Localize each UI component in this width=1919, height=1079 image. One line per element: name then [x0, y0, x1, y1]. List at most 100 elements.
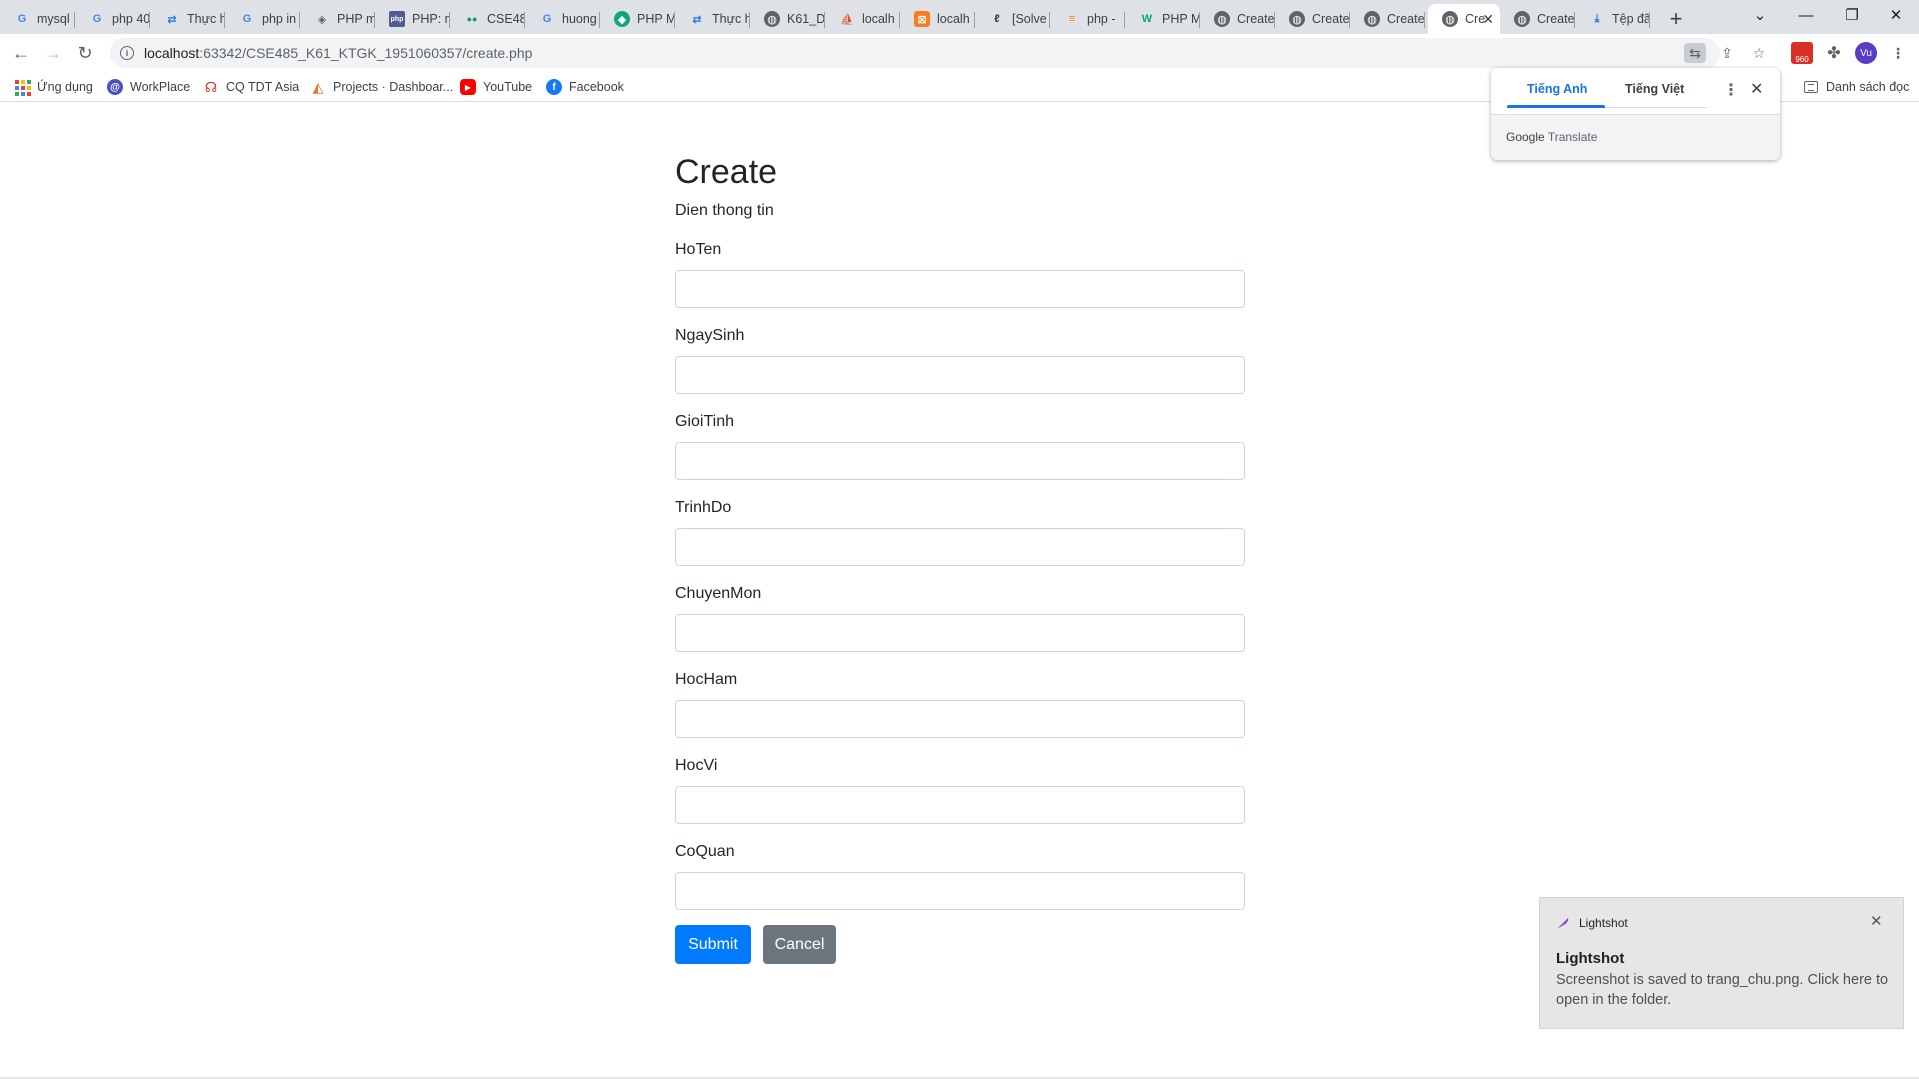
info-icon[interactable]: i [120, 46, 134, 60]
submit-button[interactable]: Submit [675, 925, 751, 964]
bookmark-apps[interactable]: Ứng dụng [14, 78, 93, 96]
bookmark-label: WorkPlace [130, 80, 191, 94]
profile-avatar[interactable]: Vu [1855, 42, 1877, 64]
translate-icon[interactable]: ⇆ [1684, 43, 1706, 63]
reading-list-icon [1804, 81, 1818, 93]
tab-label: PHP M [637, 12, 675, 26]
chevron-down-icon: ⌄ [1753, 7, 1767, 24]
url-text[interactable]: localhost:63342/CSE485_K61_KTGK_19510603… [144, 45, 532, 61]
cq-tdt-icon: ☊ [204, 78, 218, 95]
gitlab-icon: ◭ [312, 78, 324, 95]
solved-icon: ℓ [994, 13, 1000, 25]
close-window-button[interactable]: ✕ [1873, 0, 1919, 30]
browser-tab[interactable]: ◆ PHP M [600, 4, 675, 34]
close-icon[interactable]: ✕ [1750, 79, 1763, 99]
hocvi-input[interactable] [675, 786, 1245, 824]
minimize-button[interactable]: — [1783, 0, 1829, 30]
toast-title: Lightshot [1556, 950, 1625, 967]
browser-tab-active[interactable]: ◍ Cre ✕ [1428, 4, 1500, 34]
reading-list-button[interactable]: Danh sách đọc [1804, 72, 1909, 102]
browser-tab[interactable]: php PHP: m [375, 4, 450, 34]
more-vert-icon[interactable]: ⋮ [1723, 80, 1739, 100]
browser-tab[interactable]: ⊠ localh [900, 4, 975, 34]
xampp-icon: ⊠ [914, 11, 930, 27]
bookmark-cq-tdt-asia[interactable]: ☊ CQ TDT Asia [203, 78, 299, 96]
tab-label: [Solve [1012, 12, 1047, 26]
page-title: Create [675, 153, 778, 191]
tab-label: PHP m [337, 12, 375, 26]
browser-tab[interactable]: ◍ K61_D [750, 4, 825, 34]
field-gioitinh: GioiTinh [675, 412, 1245, 480]
close-tab-icon[interactable]: ✕ [1482, 11, 1494, 28]
tab-label: CSE48 [487, 12, 525, 26]
google-icon: G [542, 13, 552, 25]
browser-tab[interactable]: ◍ Create [1500, 4, 1575, 34]
browser-tab[interactable]: ℓ [Solve [975, 4, 1050, 34]
browser-tab[interactable]: W PHP M [1125, 4, 1200, 34]
browser-tab[interactable]: ◍ Create [1200, 4, 1275, 34]
browser-tab[interactable]: ⤓ Tệp đã [1575, 4, 1650, 34]
cancel-button[interactable]: Cancel [763, 925, 836, 964]
field-label: TrinhDo [675, 499, 732, 516]
bookmark-workplace[interactable]: @ WorkPlace [107, 78, 190, 96]
browser-tab[interactable]: ◈ PHP m [300, 4, 375, 34]
tab-label: K61_D [787, 12, 825, 26]
tab-label: Thực h [187, 12, 225, 26]
url-path: :63342/CSE485_K61_KTGK_1951060357/create… [199, 45, 533, 61]
extensions-puzzle-icon[interactable]: ✤ [1823, 42, 1845, 64]
translate-tab-target[interactable]: Tiếng Việt [1625, 82, 1684, 96]
hocham-input[interactable] [675, 700, 1245, 738]
browser-tab[interactable]: ◍ Create [1350, 4, 1425, 34]
plus-icon: + [1669, 6, 1683, 31]
translate-popup: Tiếng Anh Tiếng Việt ⋮ ✕ Google Translat… [1491, 68, 1780, 160]
browser-tab[interactable]: G huong [525, 4, 600, 34]
bookmark-youtube[interactable]: ▶ YouTube [460, 78, 532, 96]
browser-tab[interactable]: G php 40 [75, 4, 150, 34]
bookmark-label: Facebook [569, 80, 624, 94]
browser-tab[interactable]: G mysql [0, 4, 75, 34]
tab-label: Tệp đã [1612, 12, 1650, 26]
toast-header: Lightshot [1556, 916, 1628, 930]
hoten-input[interactable] [675, 270, 1245, 308]
browser-tab[interactable]: ⛵ localh [825, 4, 900, 34]
forward-button[interactable]: → [40, 40, 66, 66]
mail-extension-icon[interactable]: 960 [1791, 42, 1813, 64]
bookmark-gitlab-projects[interactable]: ◭ Projects · Dashboar... [310, 78, 454, 96]
chuyenmon-input[interactable] [675, 614, 1245, 652]
feather-icon [1557, 918, 1569, 929]
browser-tab[interactable]: ⇄ Thực h [150, 4, 225, 34]
coquan-input[interactable] [675, 872, 1245, 910]
star-icon[interactable]: ☆ [1748, 43, 1770, 63]
browser-tab[interactable]: ●● CSE48 [450, 4, 525, 34]
browser-tab[interactable]: ◍ Create [1275, 4, 1350, 34]
brand-translate: Translate [1547, 130, 1598, 144]
back-button[interactable]: ← [8, 40, 34, 66]
close-icon[interactable]: ✕ [1870, 912, 1883, 930]
reload-button[interactable]: ↻ [72, 40, 98, 66]
browser-tab[interactable]: ⇄ Thực h [675, 4, 750, 34]
toast-message[interactable]: Screenshot is saved to trang_chu.png. Cl… [1556, 970, 1891, 1010]
address-bar[interactable]: i localhost:63342/CSE485_K61_KTGK_195106… [110, 38, 1765, 68]
menu-kebab-icon[interactable]: ⋮ [1887, 42, 1909, 64]
globe-icon: ◍ [1364, 11, 1380, 27]
field-hocham: HocHam [675, 670, 1245, 738]
translate-tab-source[interactable]: Tiếng Anh [1527, 82, 1587, 96]
tab-label: huong [562, 12, 597, 26]
share-icon[interactable]: ⇪ [1716, 43, 1738, 63]
tab-search-button[interactable]: ⌄ [1737, 0, 1783, 30]
youtube-icon: ▶ [460, 79, 476, 95]
tab-label: PHP: m [412, 12, 450, 26]
lightshot-notification[interactable]: Lightshot ✕ Lightshot Screenshot is save… [1539, 897, 1904, 1029]
restore-button[interactable]: ❐ [1829, 0, 1875, 30]
gioitinh-input[interactable] [675, 442, 1245, 480]
trinhdo-input[interactable] [675, 528, 1245, 566]
field-label: HocHam [675, 671, 738, 688]
bookmark-facebook[interactable]: f Facebook [546, 78, 624, 96]
php-icon: ◈ [317, 13, 327, 26]
tab-label: Create [1237, 12, 1275, 26]
new-tab-button[interactable]: + [1662, 5, 1690, 33]
ngaysinh-input[interactable] [675, 356, 1245, 394]
browser-tab[interactable]: G php in [225, 4, 300, 34]
arrow-right-icon: → [44, 42, 62, 63]
browser-tab[interactable]: ≡ php - [1050, 4, 1125, 34]
